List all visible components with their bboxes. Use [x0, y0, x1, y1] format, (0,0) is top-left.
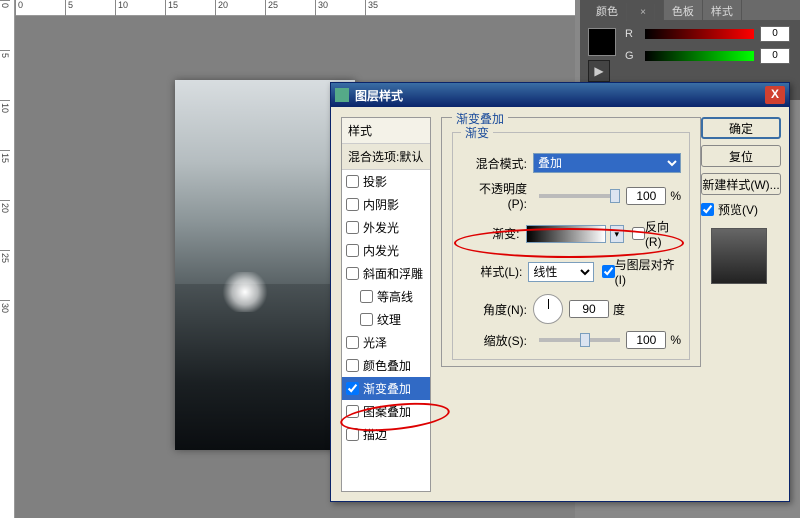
reverse-checkbox[interactable] [632, 227, 645, 240]
degree-label: 度 [613, 301, 625, 318]
subgroup-title: 渐变 [461, 124, 493, 141]
r-value[interactable]: 0 [760, 26, 790, 42]
new-style-button[interactable]: 新建样式(W)... [701, 173, 781, 195]
rgb-sliders: R 0 G 0 [625, 26, 790, 70]
scale-slider[interactable] [539, 338, 620, 342]
angle-dial[interactable] [533, 294, 563, 324]
sky-region [175, 80, 355, 284]
align-label: 与图层对齐(I) [615, 256, 681, 287]
dialog-buttons: 确定 复位 新建样式(W)... 预览(V) [701, 117, 781, 284]
effect-stroke[interactable]: 描边 [342, 423, 430, 446]
percent-label: % [670, 189, 681, 203]
blend-mode-label: 混合模式: [461, 155, 533, 172]
style-label: 样式(L): [461, 263, 528, 280]
percent-label: % [670, 333, 681, 347]
scale-label: 缩放(S): [461, 332, 533, 349]
checkbox[interactable] [346, 244, 359, 257]
canvas-image[interactable] [175, 80, 355, 450]
checkbox[interactable] [346, 405, 359, 418]
gradient-preview[interactable] [526, 225, 606, 243]
tab-style[interactable]: 样式 [703, 0, 742, 20]
dialog-icon [335, 88, 349, 102]
ruler-vertical: 051015202530 [0, 0, 15, 518]
styles-list: 样式 混合选项:默认 投影 内阴影 外发光 内发光 斜面和浮雕 等高线 纹理 光… [341, 117, 431, 492]
effect-contour[interactable]: 等高线 [342, 285, 430, 308]
opacity-slider[interactable] [539, 194, 620, 198]
blending-options[interactable]: 混合选项:默认 [342, 144, 430, 170]
effect-texture[interactable]: 纹理 [342, 308, 430, 331]
preview-swatch [711, 228, 767, 284]
checkbox[interactable] [346, 428, 359, 441]
g-value[interactable]: 0 [760, 48, 790, 64]
effect-outer-glow[interactable]: 外发光 [342, 216, 430, 239]
checkbox[interactable] [346, 267, 359, 280]
effect-color-overlay[interactable]: 颜色叠加 [342, 354, 430, 377]
effect-gradient-overlay[interactable]: 渐变叠加 [342, 377, 430, 400]
preview-checkbox[interactable] [701, 203, 714, 216]
panel-tabs: 颜色 × 色板 样式 [580, 0, 800, 20]
effect-satin[interactable]: 光泽 [342, 331, 430, 354]
reset-button[interactable]: 复位 [701, 145, 781, 167]
effect-bevel[interactable]: 斜面和浮雕 [342, 262, 430, 285]
checkbox[interactable] [360, 290, 373, 303]
r-slider[interactable] [645, 29, 754, 39]
checkbox[interactable] [346, 198, 359, 211]
effect-pattern-overlay[interactable]: 图案叠加 [342, 400, 430, 423]
checkbox[interactable] [346, 336, 359, 349]
scale-input[interactable] [626, 331, 666, 349]
styles-header[interactable]: 样式 [342, 118, 430, 144]
blend-mode-select[interactable]: 叠加 [533, 153, 681, 173]
ok-button[interactable]: 确定 [701, 117, 781, 139]
angle-label: 角度(N): [461, 301, 533, 318]
align-checkbox[interactable] [602, 265, 615, 278]
dialog-title: 图层样式 [355, 87, 403, 104]
effect-drop-shadow[interactable]: 投影 [342, 170, 430, 193]
g-slider[interactable] [645, 51, 754, 61]
effect-inner-glow[interactable]: 内发光 [342, 239, 430, 262]
dialog-titlebar[interactable]: 图层样式 X [331, 83, 789, 107]
gradient-overlay-settings: 渐变叠加 渐变 混合模式: 叠加 不透明度(P): % 渐变: ▾ 反向(R) [441, 117, 701, 367]
checkbox[interactable] [360, 313, 373, 326]
checkbox[interactable] [346, 221, 359, 234]
opacity-input[interactable] [626, 187, 666, 205]
gradient-label: 渐变: [461, 225, 526, 242]
effect-inner-shadow[interactable]: 内阴影 [342, 193, 430, 216]
sun-glow [220, 272, 270, 312]
style-select[interactable]: 线性 [528, 262, 593, 282]
gradient-dropdown-icon[interactable]: ▾ [610, 225, 624, 243]
ruler-horizontal: 05101520253035 [15, 0, 575, 16]
tab-swatch[interactable]: 色板 [664, 0, 703, 20]
checkbox[interactable] [346, 382, 359, 395]
opacity-label: 不透明度(P): [461, 180, 533, 211]
r-label: R [625, 28, 639, 40]
g-label: G [625, 50, 639, 62]
panel-menu-icon[interactable]: ▶ [588, 60, 610, 82]
layer-style-dialog: 图层样式 X 样式 混合选项:默认 投影 内阴影 外发光 内发光 斜面和浮雕 等… [330, 82, 790, 502]
checkbox[interactable] [346, 359, 359, 372]
close-button[interactable]: X [765, 86, 785, 104]
tab-color[interactable]: 颜色 × [580, 0, 664, 20]
reverse-label: 反向(R) [645, 218, 681, 249]
checkbox[interactable] [346, 175, 359, 188]
close-icon[interactable]: × [632, 4, 655, 21]
foreground-color-swatch[interactable] [588, 28, 616, 56]
angle-input[interactable] [569, 300, 609, 318]
preview-label: 预览(V) [718, 201, 758, 218]
